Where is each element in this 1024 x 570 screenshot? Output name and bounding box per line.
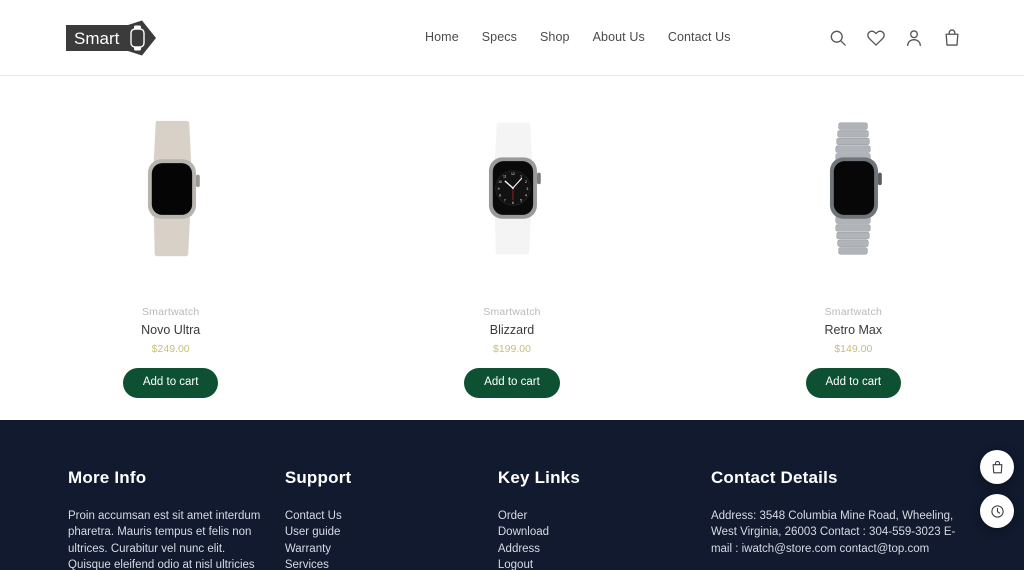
nav-item-contact-us[interactable]: Contact Us (668, 30, 731, 44)
product-card[interactable]: Smartwatch Retro Max $149.00 Add to cart (683, 76, 1024, 420)
footer-heading: Support (284, 468, 352, 487)
footer-column-more-info: More Info Proin accumsan est sit amet in… (68, 468, 285, 570)
product-price: $249.00 (151, 343, 190, 355)
clock-icon (990, 504, 1004, 518)
nav-item-about-us[interactable]: About Us (593, 30, 645, 44)
footer-link-order[interactable]: Order (498, 508, 691, 524)
product-title: Retro Max (824, 323, 883, 337)
footer-text: Proin accumsan est sit amet interdum pha… (68, 510, 261, 570)
search-icon[interactable] (828, 28, 848, 48)
add-to-cart-button[interactable]: Add to cart (122, 368, 219, 398)
product-title: Novo Ultra (141, 323, 201, 337)
svg-text:9: 9 (498, 187, 500, 191)
svg-text:4: 4 (525, 194, 527, 198)
footer-link-address[interactable]: Address (498, 541, 691, 557)
header-icon-group (828, 28, 962, 48)
product-card[interactable]: Smartwatch Novo Ultra $249.00 Add to car… (0, 76, 341, 420)
svg-text:6: 6 (512, 201, 514, 205)
nav-item-home[interactable]: Home (425, 30, 459, 44)
site-footer: More Info Proin accumsan est sit amet in… (0, 420, 1024, 570)
user-icon[interactable] (904, 28, 924, 48)
product-image[interactable] (778, 114, 928, 264)
product-grid: Smartwatch Novo Ultra $249.00 Add to car… (0, 76, 1024, 420)
product-price: $199.00 (493, 343, 531, 355)
footer-link-download[interactable]: Download (498, 524, 691, 540)
footer-heading: Contact Details (710, 468, 838, 487)
footer-columns: More Info Proin accumsan est sit amet in… (0, 468, 1024, 570)
site-logo[interactable]: Smart (66, 20, 158, 56)
smartwatch-metal-link-bracelet-image (830, 122, 883, 255)
footer-link-services[interactable]: Services (285, 557, 478, 570)
shopping-bag-icon[interactable] (942, 28, 962, 48)
floating-history-button[interactable] (980, 494, 1014, 528)
footer-link-contact-us[interactable]: Contact Us (285, 508, 478, 524)
svg-text:12: 12 (511, 172, 515, 176)
product-card[interactable]: 12 1 2 3 45 6 78 9 10 11 Smartwatch Blizzard $… (341, 76, 682, 420)
footer-heading: More Info (68, 468, 147, 487)
footer-column-support: Support Contact Us User guide Warranty S… (285, 468, 498, 570)
site-header: Smart Home Specs Shop About Us Contact U… (0, 0, 1024, 76)
product-title: Blizzard (489, 323, 535, 337)
footer-link-user-guide[interactable]: User guide (285, 524, 478, 540)
primary-navigation: Home Specs Shop About Us Contact Us (425, 30, 731, 44)
smartwatch-white-band-analog-face-image: 12 12 3 45 6 78 9 1011 (488, 122, 541, 255)
product-category: Smartwatch (824, 306, 883, 318)
svg-text:11: 11 (503, 174, 507, 178)
product-image[interactable]: 12 1 2 3 45 6 78 9 10 11 (437, 114, 587, 264)
svg-text:5: 5 (520, 198, 522, 202)
svg-text:8: 8 (499, 194, 501, 198)
floating-action-buttons (980, 450, 1014, 528)
product-category: Smartwatch (483, 306, 541, 318)
product-category: Smartwatch (141, 306, 200, 318)
product-image[interactable] (96, 114, 246, 264)
add-to-cart-button[interactable]: Add to cart (464, 368, 560, 398)
product-price: $149.00 (834, 343, 873, 355)
logo-mark: Smart (66, 20, 156, 56)
footer-link-logout[interactable]: Logout (498, 557, 691, 570)
svg-text:10: 10 (498, 180, 502, 184)
svg-text:3: 3 (526, 187, 528, 191)
svg-text:1: 1 (520, 174, 522, 178)
shopping-bag-icon (992, 460, 1002, 473)
footer-column-key-links: Key Links Order Download Address Logout (498, 468, 711, 570)
footer-text: Address: 3548 Columbia Mine Road, Wheeli… (710, 510, 956, 555)
floating-cart-button[interactable] (980, 450, 1014, 484)
nav-item-specs[interactable]: Specs (482, 30, 517, 44)
svg-text:7: 7 (504, 198, 506, 202)
add-to-cart-button[interactable]: Add to cart (805, 368, 902, 398)
logo-text-glyph: Smart (74, 29, 120, 48)
svg-text:2: 2 (525, 180, 527, 184)
footer-link-warranty[interactable]: Warranty (285, 541, 478, 557)
footer-heading: Key Links (497, 468, 580, 487)
smartwatch-beige-sport-band-image (147, 120, 200, 257)
footer-column-contact-details: Contact Details Address: 3548 Columbia M… (711, 468, 984, 570)
heart-icon[interactable] (866, 28, 886, 48)
nav-item-shop[interactable]: Shop (540, 30, 570, 44)
